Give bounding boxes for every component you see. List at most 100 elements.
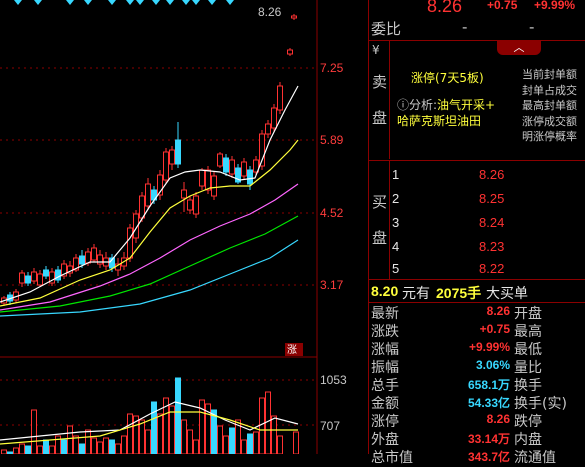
- sell-char-1: 卖: [372, 73, 388, 91]
- stat-key2: 换手: [514, 378, 542, 394]
- price-axis-label: 5.89: [320, 133, 344, 147]
- weibi-label: 委比: [371, 20, 402, 38]
- price-axis-label: 3.17: [320, 278, 344, 292]
- bid-level: 3: [392, 215, 400, 230]
- offscreen-marker: [34, 0, 42, 5]
- candle-body: [19, 272, 25, 284]
- stat-row: 最新 8.26 开盘: [369, 303, 585, 322]
- candle-body: [163, 151, 169, 181]
- stat-key: 总市值: [371, 450, 413, 466]
- limit-analysis[interactable]: ⓘ分析:油气开采+: [397, 96, 495, 113]
- volume-bar: [241, 439, 247, 454]
- volume-bar: [13, 447, 19, 454]
- price-axis-label: 7.25: [320, 61, 344, 75]
- stat-key: 涨幅: [371, 342, 399, 358]
- volume-bar: [139, 419, 145, 454]
- last-price-tag: 8.26: [258, 5, 282, 19]
- stat-key2: 最高: [514, 324, 542, 340]
- volume-bar: [79, 443, 85, 454]
- bid-level: 2: [392, 191, 400, 206]
- seal-item: 明涨停概率: [522, 130, 577, 143]
- chevron-up-icon: ︿: [513, 41, 525, 54]
- bid-price: 8.23: [479, 239, 505, 254]
- analysis-value: 油气开采+: [437, 98, 496, 112]
- volume-bar: [293, 431, 299, 454]
- volume-bar: [217, 425, 223, 454]
- offscreen-marker: [226, 0, 234, 5]
- sell-box: ¥ 卖 盘 ︿ 涨停(7天5板) ⓘ分析:油气开采+ 哈萨克斯坦油田 当前封单额…: [369, 40, 585, 159]
- stat-key2: 量比: [514, 360, 542, 376]
- stat-value: 54.33亿: [467, 396, 510, 410]
- candle-body: [193, 195, 199, 215]
- candle-body: [91, 247, 97, 261]
- stat-value: 8.26: [486, 412, 510, 426]
- candle-body: [291, 15, 297, 19]
- volume-bar: [181, 419, 187, 454]
- yen-icon: ¥: [372, 43, 380, 57]
- volume-axis-label: 707: [320, 419, 340, 433]
- volume-bar: [157, 413, 163, 454]
- bid-row[interactable]: 4 8.23: [389, 235, 585, 259]
- big-order-text: 大买单: [486, 286, 528, 302]
- sell-side-label: ¥ 卖 盘: [369, 41, 390, 159]
- offscreen-marker: [192, 0, 200, 5]
- volume-bar: [271, 415, 277, 454]
- volume-bar: [37, 445, 43, 454]
- volume-bar: [193, 439, 199, 454]
- candle-body: [223, 157, 229, 173]
- limit-up-title[interactable]: 涨停(7天5板): [411, 69, 484, 86]
- volume-bar: [127, 413, 133, 454]
- collapse-caret-button[interactable]: ︿: [497, 41, 541, 55]
- volume-bar: [247, 433, 253, 454]
- volume-bar: [49, 445, 55, 454]
- kline-chart[interactable]: 7.25 5.89 4.52 3.17 8.26 1053 707 涨: [0, 0, 368, 454]
- volume-bar: [73, 435, 79, 454]
- volume-bar: [85, 429, 91, 454]
- volume-bar: [109, 439, 115, 454]
- big-order-row[interactable]: 8.20 元有 2075手 大买单: [369, 282, 585, 303]
- sell-char-2: 盘: [372, 109, 388, 127]
- candle-body: [265, 123, 271, 135]
- stat-key2: 换手(实): [514, 396, 567, 412]
- seal-item: 涨停成交额: [522, 114, 577, 128]
- candle-body: [79, 255, 85, 265]
- seal-item: 最高封单额: [522, 99, 577, 112]
- volume-bar: [91, 437, 97, 454]
- stat-key: 金额: [371, 396, 399, 412]
- limit-tag-text: 涨: [287, 344, 297, 356]
- big-order-price: 8.20: [371, 283, 399, 299]
- volume-axis-label: 1053: [320, 373, 347, 387]
- bid-price: 8.22: [479, 261, 505, 276]
- price-change-pct: +9.99%: [534, 0, 576, 12]
- candle-body: [43, 269, 49, 277]
- bid-row[interactable]: 1 8.26: [389, 163, 585, 187]
- candle-body: [145, 183, 151, 207]
- seal-item: 当前封单额: [522, 68, 577, 81]
- stat-key2: 最低: [514, 342, 542, 358]
- buy-char-2: 盘: [372, 229, 388, 247]
- kline-svg[interactable]: 7.25 5.89 4.52 3.17 8.26 1053 707 涨: [0, 0, 368, 454]
- candle-body: [139, 195, 145, 219]
- stat-value: +0.75: [479, 322, 510, 336]
- bid-row[interactable]: 3 8.24: [389, 211, 585, 235]
- candle-body: [205, 169, 211, 191]
- limit-concept[interactable]: 哈萨克斯坦油田: [397, 112, 481, 129]
- stat-key: 振幅: [371, 360, 399, 376]
- bid-level: 1: [392, 167, 400, 182]
- offscreen-marker: [166, 0, 174, 5]
- volume-bar: [229, 427, 235, 454]
- ma60-line: [0, 239, 299, 317]
- bid-row[interactable]: 5 8.22: [389, 257, 585, 281]
- bid-row[interactable]: 2 8.25: [389, 187, 585, 211]
- stat-key: 涨跌: [371, 324, 399, 340]
- volume-bar: [277, 435, 283, 454]
- bid-price: 8.25: [479, 191, 505, 206]
- buy-side-label: 买 盘: [369, 161, 390, 279]
- offscreen-marker: [84, 0, 92, 5]
- stat-row: 外盘 33.14万 内盘: [369, 429, 585, 448]
- weibi-value: -: [462, 18, 468, 36]
- bid-level: 4: [392, 239, 400, 254]
- candle-body: [229, 159, 235, 175]
- offscreen-marker: [14, 0, 22, 5]
- candle-body: [187, 199, 193, 211]
